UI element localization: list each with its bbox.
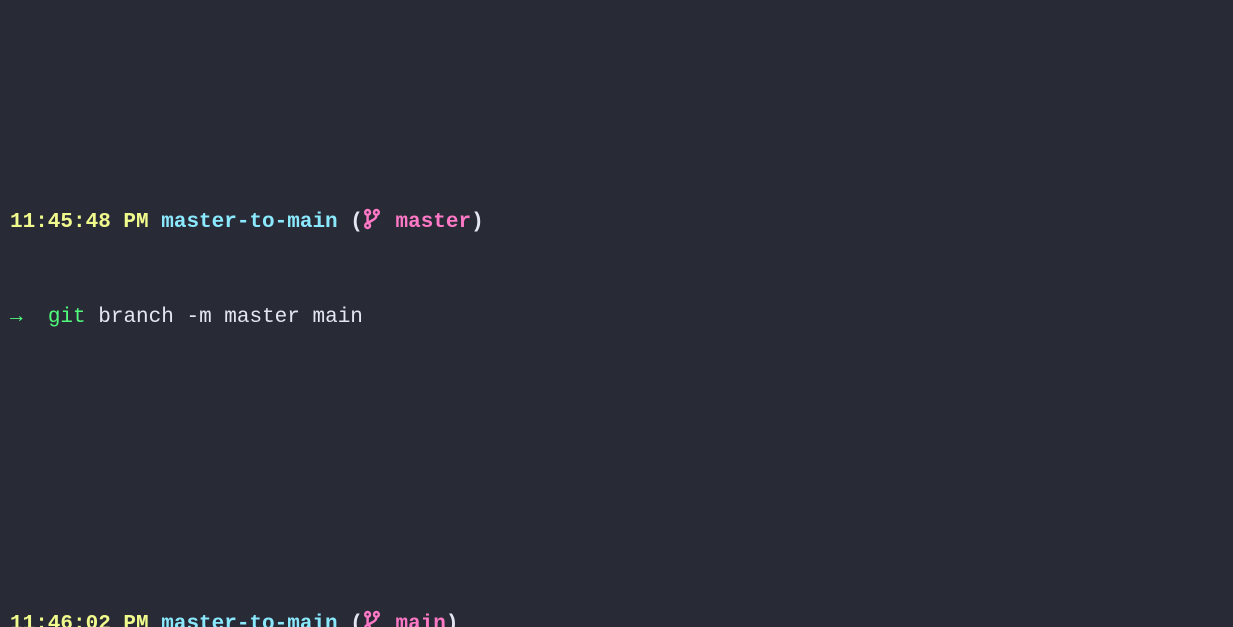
repo-name: master-to-main [161, 613, 337, 627]
timestamp: 11:46:02 PM [10, 613, 149, 627]
branch-name: master [396, 211, 472, 234]
open-paren: ( [350, 613, 363, 627]
prompt-line: 11:45:48 PM master-to-main ( master) [10, 207, 1223, 239]
timestamp: 11:45:48 PM [10, 211, 149, 234]
close-paren: ) [471, 211, 484, 234]
prompt-arrow-icon: → [10, 306, 23, 329]
terminal-block: 11:46:02 PM master-to-main ( main) → git… [10, 546, 1223, 627]
close-paren: ) [446, 613, 459, 627]
terminal[interactable]: 11:45:48 PM master-to-main ( master) → g… [0, 0, 1233, 627]
command-args: branch -m master main [98, 306, 363, 329]
git-branch-icon [363, 610, 381, 627]
open-paren: ( [350, 211, 363, 234]
command-name: git [48, 306, 86, 329]
terminal-block: 11:45:48 PM master-to-main ( master) → g… [10, 144, 1223, 396]
repo-name: master-to-main [161, 211, 337, 234]
prompt-line: 11:46:02 PM master-to-main ( main) [10, 609, 1223, 627]
command-line[interactable]: → git branch -m master main [10, 302, 1223, 334]
branch-name: main [396, 613, 446, 627]
git-branch-icon [363, 208, 381, 230]
